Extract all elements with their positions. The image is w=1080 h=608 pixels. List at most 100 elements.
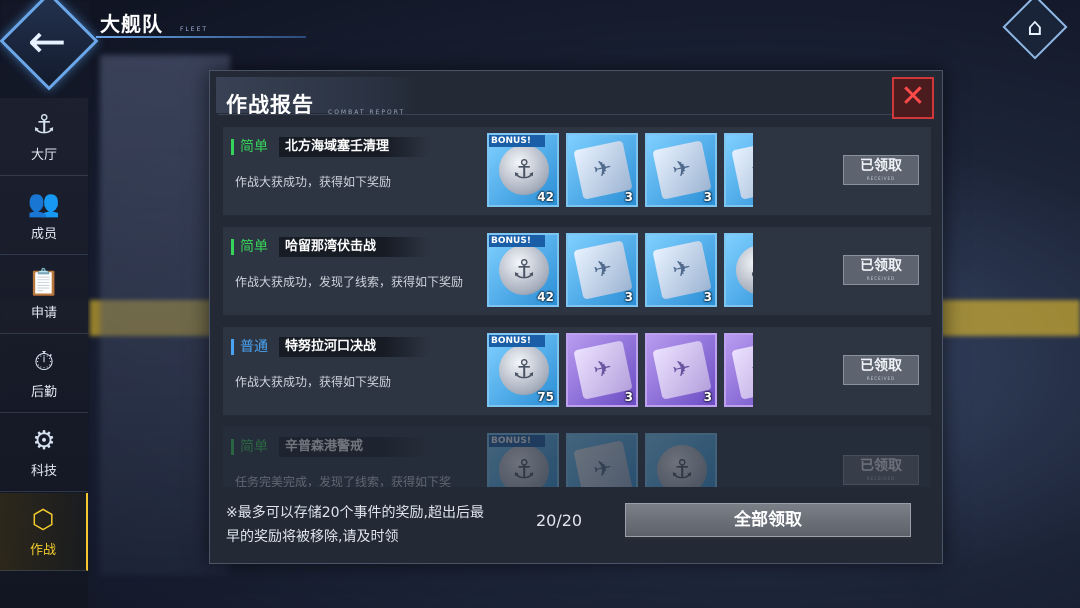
reward-item[interactable]: ✈ 3 <box>645 333 717 407</box>
battle-row: 简单 哈留那湾伏击战 作战大获成功，发现了线索，获得如下奖励 ⚓ BONUS! … <box>223 227 931 315</box>
received-label: 已领取 <box>860 258 902 274</box>
reward-item[interactable]: ✈ 3 <box>566 233 638 307</box>
reward-item[interactable]: ⚓ <box>645 433 717 487</box>
reward-list: ⚓ BONUS! 42 ✈ 3 ✈ 3 ⚓ <box>487 233 753 309</box>
reward-item[interactable]: ✈ <box>566 433 638 487</box>
reward-item[interactable]: ✈ <box>724 333 753 407</box>
received-sublabel: RECEIVED <box>866 376 896 381</box>
battle-description: 作战大获成功，发现了线索，获得如下奖励 <box>235 275 464 289</box>
anchor-icon: ⚓ <box>32 110 56 140</box>
sidebar-item-label: 后勤 <box>30 385 57 400</box>
received-sublabel: RECEIVED <box>866 176 896 181</box>
sidebar-item-lobby[interactable]: ⚓ 大厅 <box>0 98 88 176</box>
battle-row: 普通 特努拉河口决战 作战大获成功，获得如下奖励 ⚓ BONUS! 75 ✈ 3… <box>223 327 931 415</box>
page-subtitle: FLEET <box>180 26 209 33</box>
header-underline <box>96 36 306 38</box>
reward-quantity: 42 <box>537 190 554 204</box>
reward-quantity: 3 <box>624 390 633 404</box>
reward-list: ⚓ BONUS! 42 ✈ 3 ✈ 3 ✈ <box>487 133 753 209</box>
received-label: 已领取 <box>860 458 902 474</box>
reward-list: ⚓ BONUS! 75 ✈ 3 ✈ 3 ✈ <box>487 333 753 409</box>
battle-name: 辛普森港警戒 <box>279 437 429 457</box>
page-title: 大舰队 <box>100 12 163 36</box>
bonus-tag: BONUS! <box>489 235 545 247</box>
received-button[interactable]: 已领取 RECEIVED <box>843 155 919 185</box>
sidebar-item-label: 作战 <box>29 543 56 558</box>
difficulty-label: 普通 <box>231 339 268 355</box>
sidebar-item-logistics[interactable]: ⏱ 后勤 <box>0 335 88 413</box>
bonus-tag: BONUS! <box>489 335 545 347</box>
plane-book-icon: ✈ <box>573 440 633 487</box>
event-count: 20/20 <box>536 511 583 530</box>
members-icon: 👥 <box>27 189 61 219</box>
dialog-header: 作战报告 COMBAT REPORT <box>216 77 416 117</box>
plane-book-icon: ✈ <box>731 140 753 200</box>
clipboard-icon: 📋 <box>27 268 61 298</box>
reward-item[interactable]: ⚓ BONUS! 42 <box>487 133 559 207</box>
reward-item[interactable]: ⚓ BONUS! 75 <box>487 333 559 407</box>
sidebar-item-label: 科技 <box>30 464 57 479</box>
battle-list[interactable]: 简单 北方海域塞壬清理 作战大获成功，获得如下奖励 ⚓ BONUS! 42 ✈ … <box>223 127 931 487</box>
reward-item[interactable]: ⚓ BONUS! 42 <box>487 233 559 307</box>
anchor-coin-icon: ⚓ <box>657 445 707 487</box>
sidebar-item-tech[interactable]: ⚙ 科技 <box>0 414 88 492</box>
sidebar-item-label: 申请 <box>30 306 57 321</box>
bonus-tag: BONUS! <box>489 435 545 447</box>
close-button[interactable]: ✕ <box>892 77 934 119</box>
anchor-coin-icon: ⚓ <box>499 445 549 487</box>
battle-name: 特努拉河口决战 <box>279 337 429 357</box>
reward-quantity: 3 <box>703 290 712 304</box>
sidebar-item-operations[interactable]: ⬡ 作战 <box>0 493 88 571</box>
reward-item[interactable]: ⚓ <box>724 233 753 307</box>
sidebar: ⚓ 大厅 👥 成员 📋 申请 ⏱ 后勤 ⚙ 科技 ⬡ 作战 <box>0 98 88 608</box>
reward-quantity: 75 <box>537 390 554 404</box>
battle-name: 哈留那湾伏击战 <box>279 237 429 257</box>
top-header: ← 大舰队 FLEET ⌂ <box>0 0 1080 91</box>
sidebar-item-members[interactable]: 👥 成员 <box>0 177 88 255</box>
plane-book-icon: ✈ <box>731 340 753 400</box>
battle-description: 作战大获成功，获得如下奖励 <box>235 175 392 189</box>
close-icon: ✕ <box>900 79 926 114</box>
received-label: 已领取 <box>860 358 902 374</box>
anchor-coin-icon: ⚓ <box>499 345 549 395</box>
difficulty-label: 简单 <box>231 439 268 455</box>
reward-item[interactable]: ✈ <box>724 133 753 207</box>
timer-icon: ⏱ <box>33 347 55 377</box>
received-label: 已领取 <box>860 158 902 174</box>
sidebar-item-applications[interactable]: 📋 申请 <box>0 256 88 334</box>
reward-list: ⚓ BONUS! ✈ ⚓ <box>487 433 753 487</box>
battle-description: 任务完美完成，发现了线索，获得如下奖 <box>235 475 452 487</box>
reward-quantity: 3 <box>624 290 633 304</box>
reward-item[interactable]: ⚓ BONUS! <box>487 433 559 487</box>
reward-item[interactable]: ✈ 3 <box>645 133 717 207</box>
battle-row: 简单 北方海域塞壬清理 作战大获成功，获得如下奖励 ⚓ BONUS! 42 ✈ … <box>223 127 931 215</box>
home-icon[interactable]: ⌂ <box>1018 10 1052 44</box>
back-arrow-icon[interactable]: ← <box>22 16 72 66</box>
received-button[interactable]: 已领取 RECEIVED <box>843 455 919 485</box>
difficulty-label: 简单 <box>231 239 268 255</box>
reward-item[interactable]: ✈ 3 <box>566 133 638 207</box>
anchor-coin-icon: ⚓ <box>736 245 753 295</box>
reward-quantity: 3 <box>703 190 712 204</box>
battle-name: 北方海域塞壬清理 <box>279 137 429 157</box>
divider <box>218 114 933 115</box>
reward-quantity: 3 <box>703 390 712 404</box>
received-button[interactable]: 已领取 RECEIVED <box>843 355 919 385</box>
battle-description: 作战大获成功，获得如下奖励 <box>235 375 392 389</box>
reward-item[interactable]: ✈ 3 <box>645 233 717 307</box>
storage-note: ※最多可以存储20个事件的奖励,超出后最早的奖励将被移除,请及时领 <box>226 505 484 545</box>
anchor-coin-icon: ⚓ <box>499 145 549 195</box>
difficulty-label: 简单 <box>231 139 268 155</box>
sidebar-item-label: 大厅 <box>30 148 57 163</box>
combat-report-dialog: 作战报告 COMBAT REPORT ✕ 简单 北方海域塞壬清理 作战大获成功，… <box>209 70 943 564</box>
received-sublabel: RECEIVED <box>866 476 896 481</box>
battle-row: 简单 辛普森港警戒 任务完美完成，发现了线索，获得如下奖 ⚓ BONUS! ✈ … <box>223 427 931 487</box>
reward-quantity: 3 <box>624 190 633 204</box>
circuit-icon: ⚙ <box>32 426 56 456</box>
received-button[interactable]: 已领取 RECEIVED <box>843 255 919 285</box>
bonus-tag: BONUS! <box>489 135 545 147</box>
hexagon-icon: ⬡ <box>31 505 55 535</box>
anchor-coin-icon: ⚓ <box>499 245 549 295</box>
reward-item[interactable]: ✈ 3 <box>566 333 638 407</box>
claim-all-button[interactable]: 全部领取 <box>625 503 911 537</box>
